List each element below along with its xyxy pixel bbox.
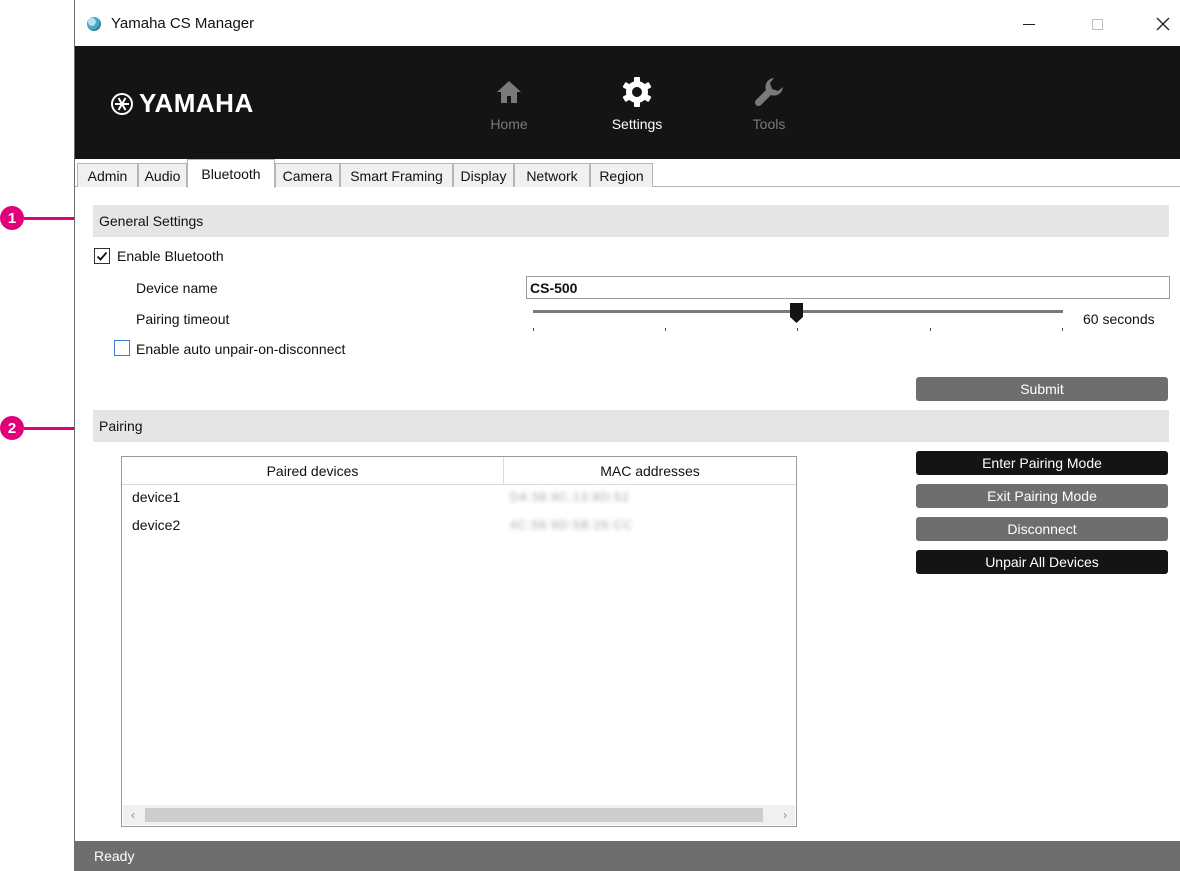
slider-tick	[665, 328, 666, 331]
tab-bluetooth[interactable]: Bluetooth	[187, 159, 275, 188]
tab-region[interactable]: Region	[590, 163, 653, 187]
minimize-button[interactable]	[1009, 10, 1049, 38]
pairing-timeout-value: 60 seconds	[1083, 311, 1155, 327]
table-row[interactable]: device1 D4:38:9C:13:8D:52	[122, 485, 796, 509]
callout-number: 1	[0, 206, 24, 230]
tab-smart-framing[interactable]: Smart Framing	[340, 163, 453, 187]
device-name-input[interactable]: CS-500	[526, 276, 1170, 299]
status-bar: Ready	[75, 841, 1180, 871]
scroll-left-icon[interactable]: ‹	[125, 806, 141, 824]
disconnect-button[interactable]: Disconnect	[916, 517, 1168, 541]
horizontal-scrollbar[interactable]: ‹ ›	[123, 805, 795, 825]
logo-text: YAMAHA	[139, 88, 254, 118]
scrollbar-thumb[interactable]	[145, 808, 763, 822]
nav-settings[interactable]: Settings	[595, 74, 679, 136]
minimize-icon	[1023, 23, 1035, 25]
tuning-fork-icon	[111, 92, 133, 115]
gear-icon	[621, 74, 653, 110]
settings-tabs: Admin Audio Bluetooth Camera Smart Frami…	[75, 159, 1180, 188]
mac-address-cell: 4C:56:9D:5B:26:CC	[510, 518, 634, 532]
scroll-right-icon[interactable]: ›	[777, 806, 793, 824]
column-header-mac-addresses[interactable]: MAC addresses	[504, 457, 796, 485]
auto-unpair-label: Enable auto unpair-on-disconnect	[136, 341, 346, 357]
tab-network[interactable]: Network	[514, 163, 590, 187]
slider-tick	[1062, 328, 1063, 331]
tab-admin[interactable]: Admin	[77, 163, 138, 187]
mac-address-cell: D4:38:9C:13:8D:52	[510, 490, 630, 504]
enable-bluetooth-label: Enable Bluetooth	[117, 248, 224, 264]
slider-tick	[797, 328, 798, 331]
auto-unpair-checkbox[interactable]	[114, 340, 130, 356]
yamaha-logo: YAMAHA	[111, 88, 254, 119]
device-name-label: Device name	[136, 280, 218, 296]
device-name-cell: device2	[132, 517, 181, 533]
status-text: Ready	[94, 848, 135, 864]
enter-pairing-mode-button[interactable]: Enter Pairing Mode	[916, 451, 1168, 475]
home-icon	[495, 74, 523, 110]
nav-settings-label: Settings	[611, 116, 663, 132]
submit-button[interactable]: Submit	[916, 377, 1168, 401]
tab-display[interactable]: Display	[453, 163, 514, 187]
window-title: Yamaha CS Manager	[111, 15, 255, 32]
app-window: Yamaha CS Manager YAMAHA Home Settings T…	[74, 0, 1180, 871]
wrench-icon	[752, 74, 786, 110]
title-bar: Yamaha CS Manager	[75, 0, 1180, 46]
maximize-button[interactable]	[1077, 10, 1117, 38]
pairing-header: Pairing	[93, 410, 1169, 442]
unpair-all-devices-button[interactable]: Unpair All Devices	[916, 550, 1168, 574]
nav-tools-label: Tools	[752, 116, 786, 132]
callout-2: 2	[0, 416, 82, 440]
nav-tools[interactable]: Tools	[727, 74, 811, 136]
maximize-icon	[1091, 18, 1103, 30]
callout-number: 2	[0, 416, 24, 440]
table-row[interactable]: device2 4C:56:9D:5B:26:CC	[122, 513, 796, 537]
app-header: YAMAHA Home Settings Tools	[75, 46, 1180, 159]
exit-pairing-mode-button[interactable]: Exit Pairing Mode	[916, 484, 1168, 508]
device-name-cell: device1	[132, 489, 181, 505]
enable-bluetooth-checkbox[interactable]	[94, 248, 110, 264]
column-header-paired-devices[interactable]: Paired devices	[122, 457, 504, 485]
tab-camera[interactable]: Camera	[275, 163, 340, 187]
close-icon	[1156, 17, 1170, 31]
general-settings-header: General Settings	[93, 205, 1169, 237]
pairing-timeout-label: Pairing timeout	[136, 311, 230, 327]
slider-tick	[533, 328, 534, 331]
nav-home-label: Home	[490, 116, 528, 132]
slider-tick	[930, 328, 931, 331]
screen: 1 2 Yamaha CS Manager YAMAHA Home Settin…	[0, 0, 1180, 871]
nav-home[interactable]: Home	[467, 74, 551, 136]
close-button[interactable]	[1143, 10, 1180, 38]
tab-audio[interactable]: Audio	[138, 163, 187, 187]
paired-devices-table: Paired devices MAC addresses device1 D4:…	[121, 456, 797, 827]
checkmark-icon	[96, 251, 108, 261]
slider-thumb[interactable]	[790, 303, 803, 323]
app-logo-icon	[87, 17, 101, 31]
callout-1: 1	[0, 206, 82, 230]
table-header: Paired devices MAC addresses	[122, 457, 796, 485]
